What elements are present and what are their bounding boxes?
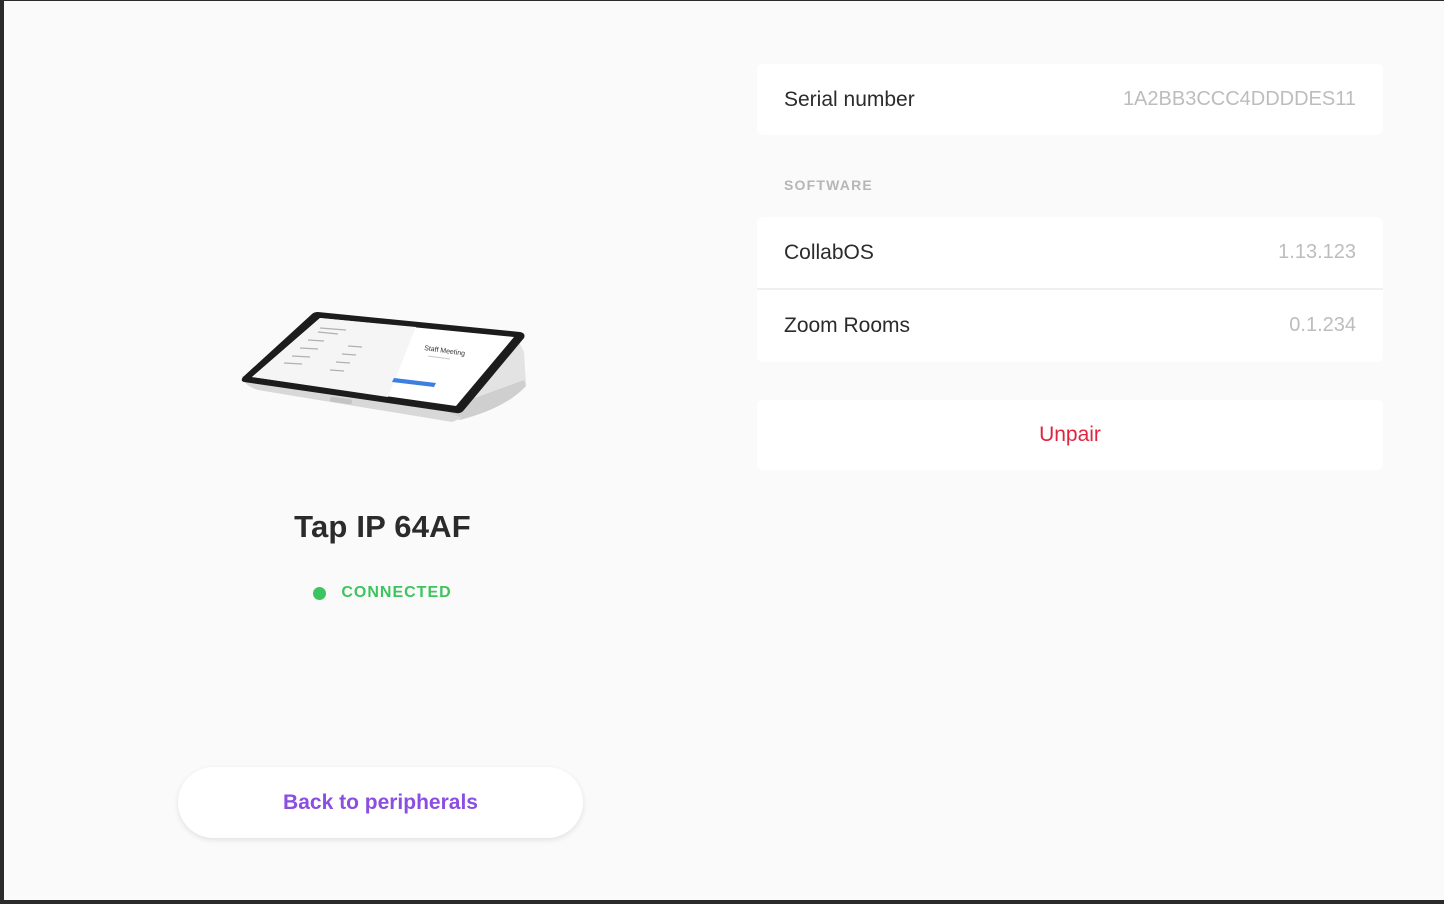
device-details-screen: Staff Meeting Tap IP 64AF CONNECTED Back… [4,1,1444,900]
software-version: 0.1.234 [1289,314,1356,336]
touch-controller-icon: Staff Meeting [241,312,526,422]
back-to-peripherals-button[interactable]: Back to peripherals [178,767,583,838]
software-version: 1.13.123 [1278,241,1356,263]
back-to-peripherals-label: Back to peripherals [283,790,478,814]
software-name: CollabOS [784,240,874,264]
software-section-header: SOFTWARE [784,177,873,193]
software-row-collabos: CollabOS 1.13.123 [757,217,1383,288]
software-row-zoom-rooms: Zoom Rooms 0.1.234 [757,290,1383,361]
serial-number-card: Serial number 1A2BB3CCC4DDDDES11 [757,64,1383,135]
software-card: CollabOS 1.13.123 Zoom Rooms 0.1.234 [757,217,1383,362]
serial-number-value: 1A2BB3CCC4DDDDES11 [1122,88,1356,110]
serial-number-label: Serial number [784,87,915,111]
connection-status: CONNECTED [180,584,585,602]
device-name: Tap IP 64AF [294,509,471,544]
unpair-label: Unpair [1039,423,1101,446]
software-name: Zoom Rooms [784,313,911,337]
unpair-button[interactable]: Unpair [757,400,1383,470]
serial-number-row: Serial number 1A2BB3CCC4DDDDES11 [757,64,1383,135]
status-dot-icon [313,586,327,600]
status-label: CONNECTED [341,584,452,601]
